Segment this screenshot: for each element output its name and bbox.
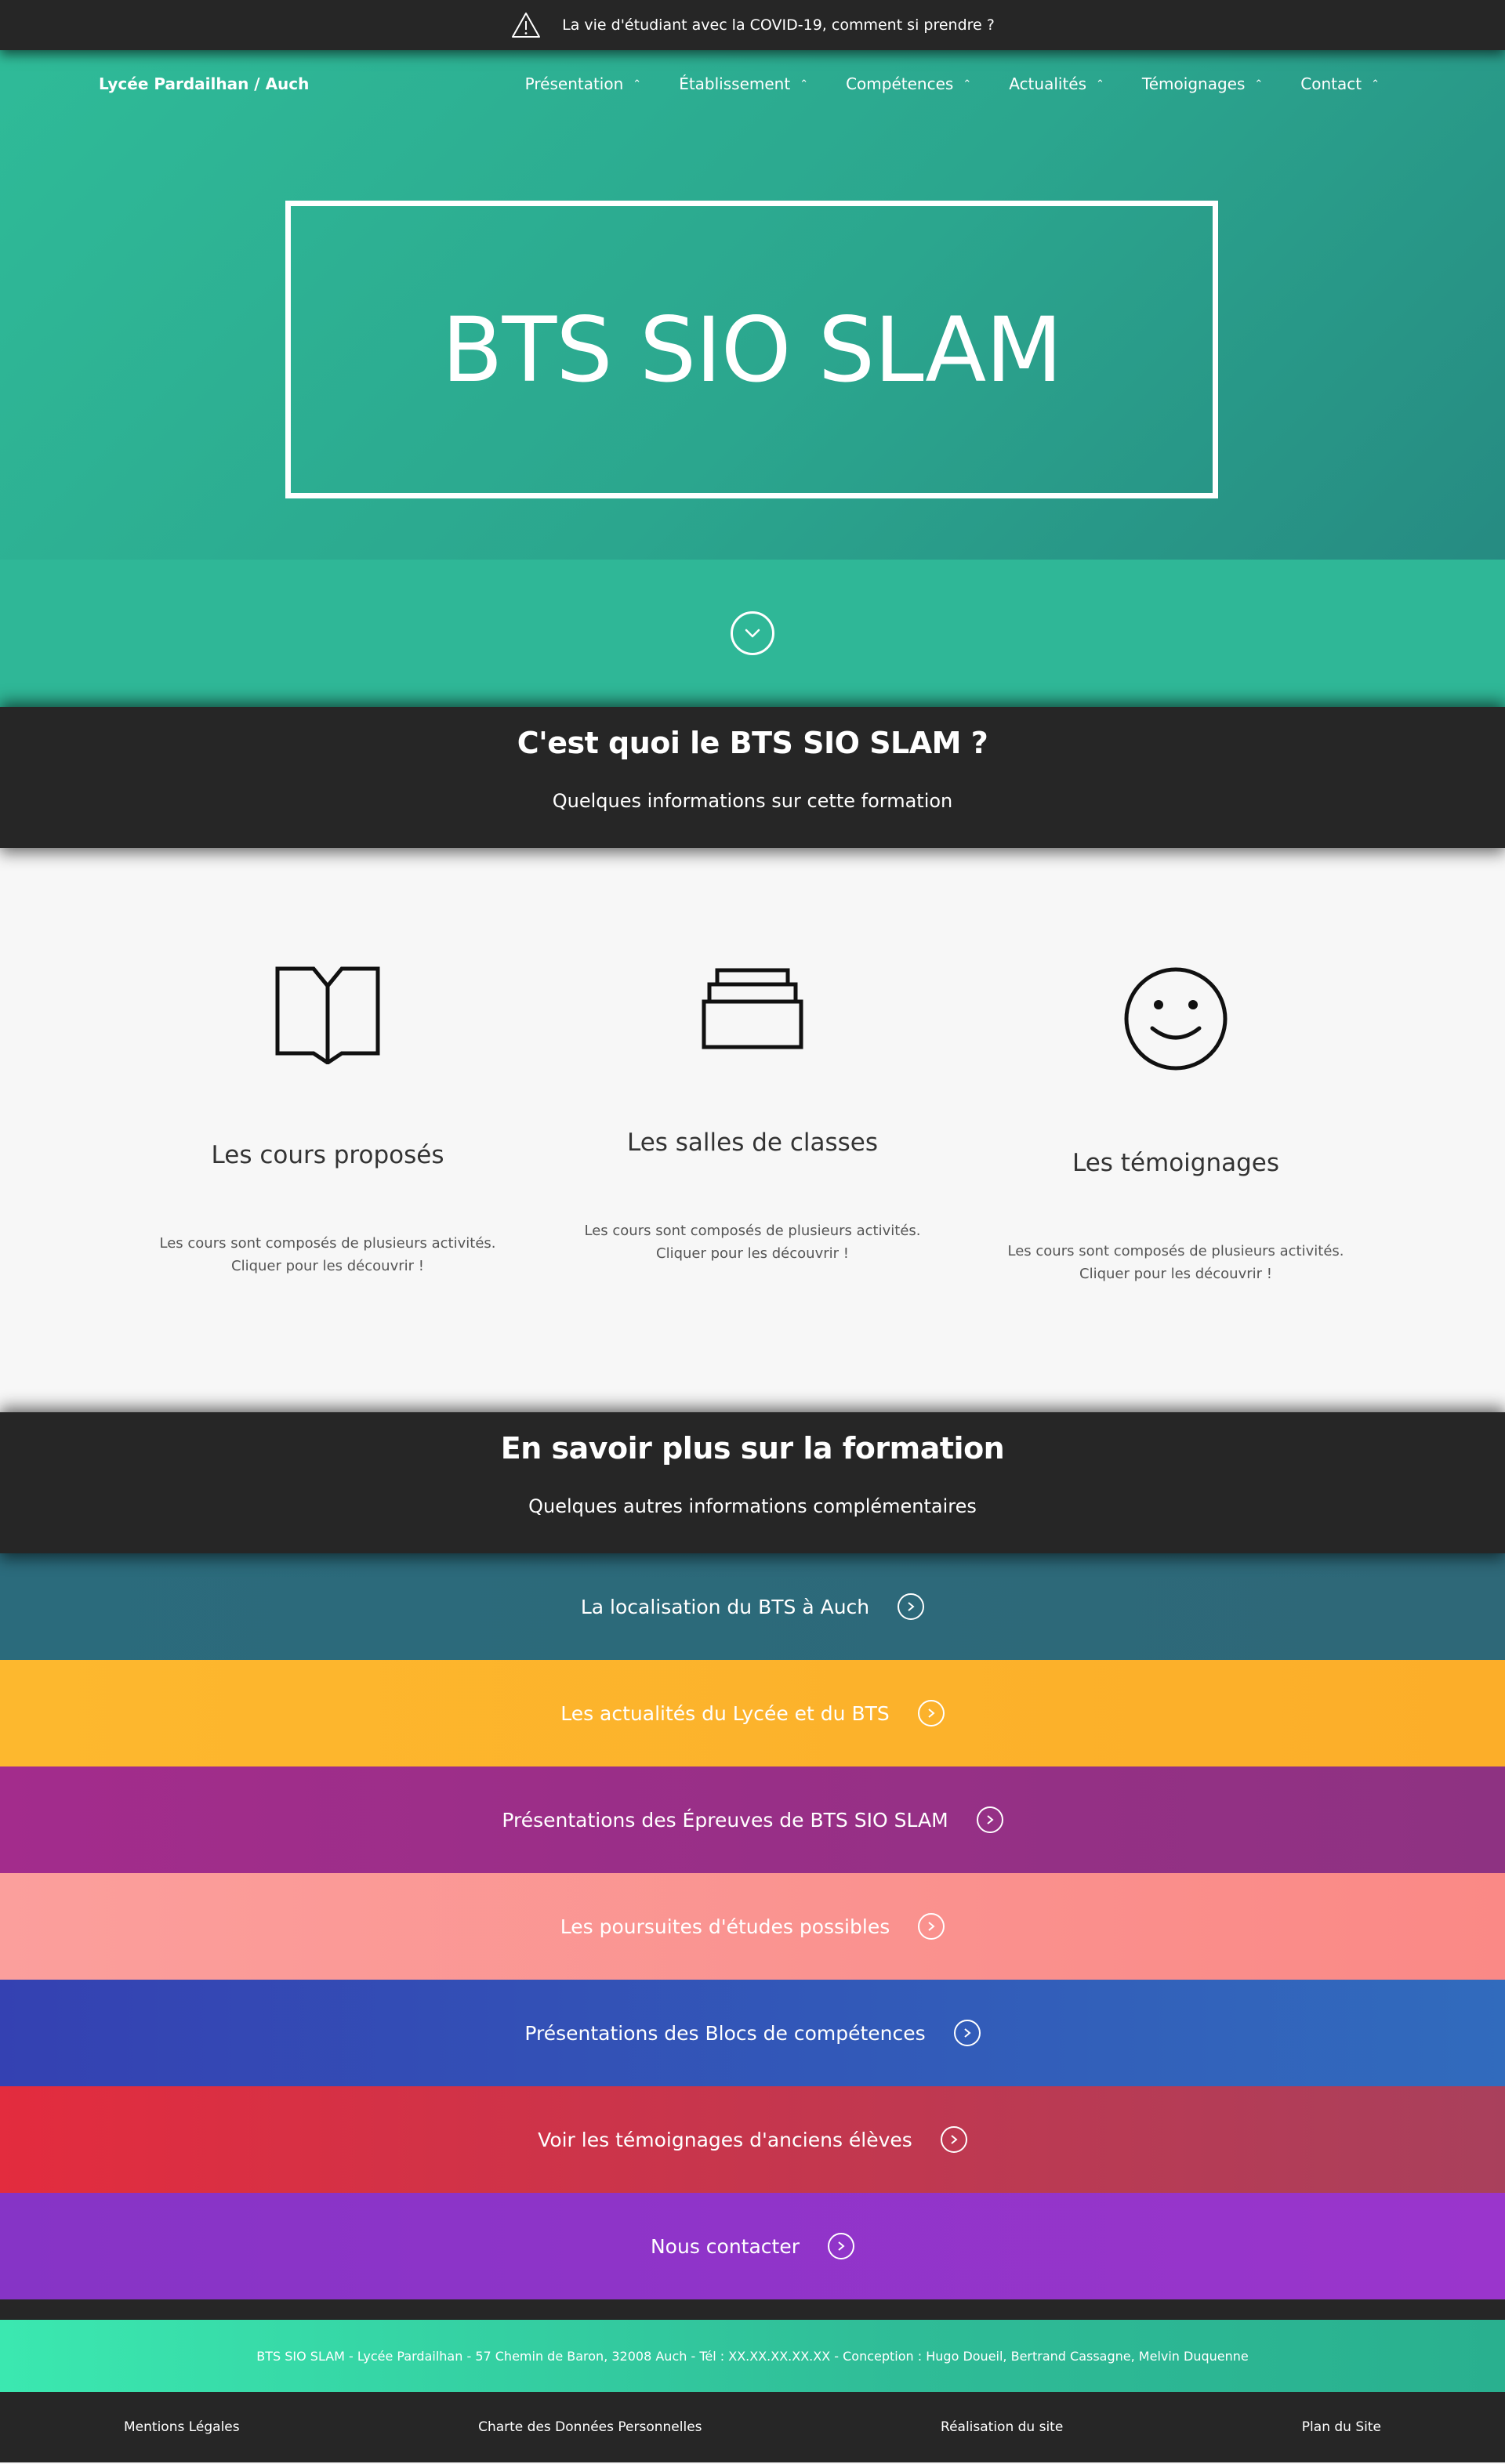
nav-item-etablissement[interactable]: Établissement ⌃	[679, 74, 808, 93]
link-band-epreuves[interactable]: Présentations des Épreuves de BTS SIO SL…	[0, 1766, 1505, 1873]
stacked-drawers-icon	[702, 968, 803, 1049]
nav-item-label: Témoignages	[1141, 74, 1246, 93]
chevron-up-icon: ⌃	[633, 78, 642, 90]
link-band-label: Les actualités du Lycée et du BTS	[560, 1701, 890, 1725]
link-band-localisation[interactable]: La localisation du BTS à Auch	[0, 1553, 1505, 1660]
nav-item-label: Présentation	[524, 74, 624, 93]
nav-item-label: Contact	[1300, 74, 1362, 93]
footer-spacer	[0, 2299, 1505, 2320]
feature-desc-line: Les cours sont composés de plusieurs act…	[159, 1235, 496, 1252]
nav-item-actualites[interactable]: Actualités ⌃	[1009, 74, 1104, 93]
footer-link-charte[interactable]: Charte des Données Personnelles	[478, 2419, 702, 2435]
link-band-label: Présentations des Épreuves de BTS SIO SL…	[502, 1808, 948, 1832]
feature-card-testimonials[interactable]: Les témoignages Les cours sont composés …	[980, 966, 1372, 1285]
feature-description: Les cours sont composés de plusieurs act…	[557, 1219, 948, 1265]
chevron-right-icon	[918, 1913, 945, 1940]
chevron-right-icon	[940, 2126, 967, 2153]
footer-info-text: BTS SIO SLAM - Lycée Pardailhan - 57 Che…	[256, 2348, 1249, 2364]
features-section: Les cours proposés Les cours sont compos…	[0, 848, 1505, 1412]
feature-title: Les témoignages	[1072, 1149, 1280, 1177]
footer-link-plan[interactable]: Plan du Site	[1302, 2419, 1381, 2435]
nav-item-label: Compétences	[846, 74, 954, 93]
footer-links: Mentions Légales Charte des Données Pers…	[0, 2392, 1505, 2462]
chevron-right-icon	[828, 2233, 855, 2259]
feature-description: Les cours sont composés de plusieurs act…	[132, 1232, 524, 1277]
chevron-up-icon: ⌃	[963, 78, 972, 90]
feature-card-courses[interactable]: Les cours proposés Les cours sont compos…	[132, 966, 524, 1277]
feature-card-classrooms[interactable]: Les salles de classes Les cours sont com…	[557, 966, 948, 1265]
chevron-up-icon: ⌃	[1254, 78, 1264, 90]
feature-desc-line: Les cours sont composés de plusieurs act…	[584, 1223, 921, 1239]
chevron-up-icon: ⌃	[1371, 78, 1380, 90]
feature-desc-line: Les cours sont composés de plusieurs act…	[1007, 1243, 1344, 1259]
nav-menu: Présentation ⌃ Établissement ⌃ Compétences…	[525, 74, 1380, 93]
hero-section: Lycée Pardailhan / Auch Présentation ⌃ Ét…	[0, 50, 1505, 560]
chevron-right-icon	[953, 2020, 981, 2046]
link-band-label: Présentations des Blocs de compétences	[524, 2021, 926, 2045]
chevron-right-icon	[898, 1593, 925, 1620]
link-band-poursuites[interactable]: Les poursuites d'études possibles	[0, 1873, 1505, 1980]
feature-title: Les salles de classes	[626, 1129, 879, 1157]
nav-item-presentation[interactable]: Présentation ⌃	[525, 74, 642, 93]
feature-desc-line: Cliquer pour les découvrir !	[231, 1258, 424, 1274]
covid-banner[interactable]: La vie d'étudiant avec la COVID-19, comm…	[0, 0, 1505, 50]
section-subtitle: Quelques informations sur cette formatio…	[552, 790, 953, 812]
brand-link[interactable]: Lycée Pardailhan / Auch	[99, 74, 309, 93]
chevron-up-icon: ⌃	[800, 78, 809, 90]
nav-item-temoignages[interactable]: Témoignages ⌃	[1142, 74, 1263, 93]
covid-banner-text: La vie d'étudiant avec la COVID-19, comm…	[562, 16, 995, 34]
hero-frame: BTS SIO SLAM	[285, 201, 1218, 498]
nav-item-label: Actualités	[1009, 74, 1087, 93]
link-band-actualites[interactable]: Les actualités du Lycée et du BTS	[0, 1660, 1505, 1766]
scroll-down-button[interactable]	[731, 611, 774, 655]
link-band-label: Les poursuites d'études possibles	[560, 1915, 890, 1938]
footer-info: BTS SIO SLAM - Lycée Pardailhan - 57 Che…	[0, 2320, 1505, 2392]
warning-triangle-icon	[512, 13, 541, 38]
nav-item-label: Établissement	[679, 74, 791, 93]
section-title: En savoir plus sur la formation	[500, 1431, 1005, 1466]
feature-description: Les cours sont composés de plusieurs act…	[980, 1240, 1372, 1285]
section-header-more: En savoir plus sur la formation Quelques…	[0, 1412, 1505, 1553]
chevron-up-icon: ⌃	[1096, 78, 1104, 90]
link-band-label: Voir les témoignages d'anciens élèves	[538, 2128, 912, 2151]
chevron-right-icon	[917, 1700, 945, 1727]
main-nav: Lycée Pardailhan / Auch Présentation ⌃ Ét…	[0, 50, 1505, 118]
section-header-about: C'est quoi le BTS SIO SLAM ? Quelques in…	[0, 707, 1505, 848]
feature-desc-line: Cliquer pour les découvrir !	[1079, 1266, 1272, 1282]
link-band-temoignages[interactable]: Voir les témoignages d'anciens élèves	[0, 2086, 1505, 2193]
scroll-down-band	[0, 560, 1505, 707]
book-icon	[275, 966, 380, 1064]
link-band-label: La localisation du BTS à Auch	[580, 1595, 870, 1618]
section-title: C'est quoi le BTS SIO SLAM ?	[517, 726, 988, 760]
feature-desc-line: Cliquer pour les découvrir !	[656, 1245, 849, 1262]
smiley-face-icon	[1124, 967, 1228, 1071]
nav-item-contact[interactable]: Contact ⌃	[1300, 74, 1380, 93]
footer-link-realisation[interactable]: Réalisation du site	[941, 2419, 1063, 2435]
chevron-down-icon	[745, 629, 760, 638]
nav-item-competences[interactable]: Compétences ⌃	[846, 74, 971, 93]
footer-link-mentions[interactable]: Mentions Légales	[124, 2419, 240, 2435]
section-subtitle: Quelques autres informations complémenta…	[528, 1495, 977, 1517]
link-band-competences[interactable]: Présentations des Blocs de compétences	[0, 1980, 1505, 2086]
feature-title: Les cours proposés	[211, 1141, 444, 1169]
chevron-right-icon	[976, 1806, 1003, 1833]
link-band-label: Nous contacter	[650, 2234, 800, 2258]
link-band-contact[interactable]: Nous contacter	[0, 2193, 1505, 2299]
hero-title: BTS SIO SLAM	[441, 297, 1062, 402]
